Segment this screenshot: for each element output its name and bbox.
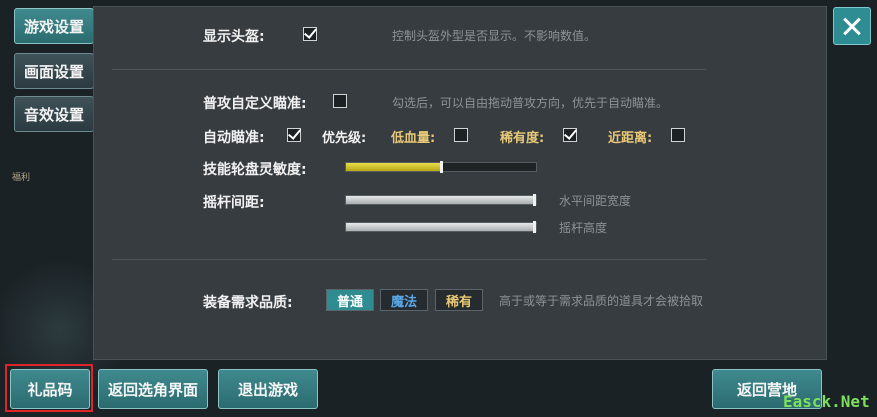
- quality-normal-button[interactable]: 普通: [326, 289, 374, 311]
- joystick-horizontal-hint: 水平间距宽度: [559, 194, 632, 208]
- quality-magic-button[interactable]: 魔法: [380, 289, 428, 311]
- rarity-checkbox[interactable]: [563, 128, 577, 142]
- divider: [112, 69, 706, 70]
- slider-knob[interactable]: [440, 161, 443, 173]
- joystick-height-slider[interactable]: [345, 221, 537, 233]
- near-checkbox[interactable]: [671, 128, 685, 142]
- show-helmet-label: 显示头盔:: [203, 29, 265, 45]
- rarity-label: 稀有度:: [500, 131, 545, 146]
- quality-rare-button[interactable]: 稀有: [435, 289, 483, 311]
- custom-aim-hint: 勾选后，可以自由拖动普攻方向，优先于自动瞄准。: [392, 96, 669, 110]
- skill-wheel-label: 技能轮盘灵敏度:: [203, 162, 307, 178]
- auto-aim-label: 自动瞄准:: [203, 130, 265, 146]
- divider: [112, 259, 706, 260]
- highlight-box: [5, 364, 93, 412]
- quality-label: 装备需求品质:: [203, 295, 293, 311]
- tab-game-settings[interactable]: 游戏设置: [14, 8, 94, 44]
- slider-knob[interactable]: [533, 221, 536, 233]
- priority-label: 优先级:: [322, 131, 367, 146]
- close-icon[interactable]: [833, 7, 871, 45]
- slider-knob[interactable]: [533, 194, 536, 206]
- skill-wheel-slider[interactable]: [345, 161, 537, 173]
- near-label: 近距离:: [608, 131, 653, 146]
- back-to-character-select-button[interactable]: 返回选角界面: [98, 369, 208, 409]
- tab-audio-settings[interactable]: 音效设置: [14, 96, 94, 132]
- tab-graphics-settings[interactable]: 画面设置: [14, 53, 94, 89]
- watermark: Easck.Net: [783, 392, 870, 411]
- show-helmet-hint: 控制头盔外型是否显示。不影响数值。: [392, 29, 597, 43]
- auto-aim-checkbox[interactable]: [287, 128, 301, 142]
- custom-aim-label: 普攻自定义瞄准:: [203, 96, 307, 112]
- quality-hint: 高于或等于需求品质的道具才会被拾取: [499, 294, 704, 308]
- slider-fill: [346, 196, 533, 204]
- joystick-horizontal-slider[interactable]: [345, 194, 537, 206]
- low-hp-checkbox[interactable]: [454, 128, 468, 142]
- background-label: 福利: [12, 173, 31, 183]
- low-hp-label: 低血量:: [391, 131, 436, 146]
- quit-game-button[interactable]: 退出游戏: [218, 369, 318, 409]
- custom-aim-checkbox[interactable]: [333, 94, 347, 108]
- joystick-height-hint: 摇杆高度: [559, 221, 608, 235]
- slider-fill: [346, 163, 440, 171]
- joystick-label: 摇杆间距:: [203, 195, 265, 211]
- show-helmet-checkbox[interactable]: [303, 27, 317, 41]
- slider-fill: [346, 223, 533, 231]
